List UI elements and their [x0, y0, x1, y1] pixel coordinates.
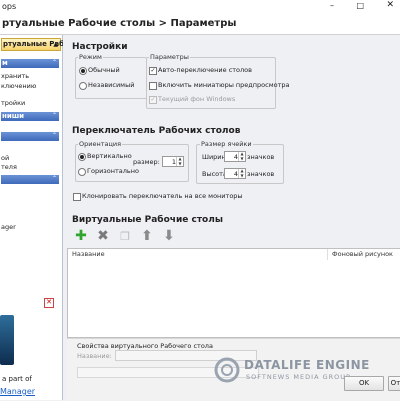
left-nav-pane: ртуальные Рабочие с… ▲ м ⌃ хранить ключе… [0, 35, 97, 400]
spin-arrows-icon[interactable]: ▲ ▼ [176, 156, 183, 166]
title-bar: ops – □ ✕ [0, 0, 400, 15]
auto-switch-label: Авто-переключение столов [158, 66, 252, 74]
copy-desktop-icon[interactable]: ❐ [118, 229, 132, 243]
watermark-title: DATALIFE ENGINE [244, 358, 370, 372]
nav-section-virtual-desktops[interactable]: ртуальные Рабочие с… ▲ [1, 38, 97, 51]
watermark-logo-icon [214, 357, 240, 383]
size-stepper[interactable]: 1 ▲ ▼ [162, 156, 184, 167]
props-title: Свойства виртуального Рабочего стола [77, 342, 213, 350]
height-stepper[interactable]: 4 ▲ ▼ [224, 168, 246, 179]
mode-independent-label: Независимый [88, 81, 135, 89]
nav-item[interactable]: хранить [1, 72, 29, 80]
move-up-icon[interactable]: ⬆ [140, 228, 154, 244]
nav-item[interactable]: ой [1, 154, 9, 162]
clone-switcher-label: Клонировать переключатель на все монитор… [82, 192, 243, 200]
clone-switcher-checkbox[interactable] [73, 193, 81, 201]
nav-group-header-2[interactable]: ниши ⌃ [1, 112, 59, 121]
chevron-up-icon: ⌃ [51, 132, 57, 139]
height-unit: значков [247, 170, 275, 178]
chevron-up-icon: ⌃ [51, 175, 57, 182]
switcher-title: Переключатель Рабочих столов [72, 126, 241, 136]
phone-image [0, 315, 14, 365]
params-label: Параметры [149, 53, 190, 61]
wallpaper-label: Текущий фон Windows [158, 95, 236, 103]
vertical-radio[interactable] [78, 153, 86, 161]
chevron-up-icon: ⌃ [51, 59, 57, 66]
nav-group-header-4[interactable]: ⌃ [1, 175, 59, 184]
size-label: размер: [133, 158, 160, 166]
cell-size-label: Размер ячейки [200, 140, 253, 148]
spin-arrows-icon[interactable]: ▲ ▼ [238, 168, 245, 178]
delete-desktop-icon[interactable]: ✖ [96, 228, 110, 244]
mode-label: Режим [78, 53, 103, 61]
column-name-header[interactable]: Название [68, 249, 328, 260]
breadcrumb: ртуальные Рабочие столы > Параметры [2, 18, 237, 29]
close-ad-icon[interactable]: ✕ [44, 298, 54, 308]
nav-item[interactable]: тройки [1, 99, 25, 107]
move-down-icon[interactable]: ⬇ [162, 228, 176, 244]
auto-switch-checkbox[interactable]: ✓ [149, 67, 157, 75]
thumbnails-label: Включить миниатюры предпросмотра [158, 81, 290, 89]
window-title: ops [2, 2, 17, 11]
minimize-button[interactable]: – [330, 1, 334, 10]
add-desktop-icon[interactable]: ✚ [74, 228, 88, 244]
settings-title: Настройки [72, 42, 128, 52]
desktops-list[interactable]: Название Фоновый рисунок [67, 248, 400, 338]
column-wallpaper-header[interactable]: Фоновый рисунок [328, 249, 400, 260]
nav-group-label: м [2, 59, 8, 67]
maximize-button[interactable]: □ [356, 1, 364, 10]
horizontal-label: Горизонтально [87, 167, 139, 175]
mode-normal-radio[interactable] [79, 67, 87, 75]
page-header: ртуальные Рабочие столы > Параметры [0, 14, 400, 35]
chevron-up-icon: ▲ [53, 41, 58, 48]
nav-item[interactable]: ager [1, 223, 16, 231]
wallpaper-checkbox[interactable]: ✓ [149, 96, 157, 104]
vertical-label: Вертикально [87, 152, 132, 160]
mode-normal-label: Обычный [88, 66, 120, 74]
nav-group-label: ниши [2, 112, 25, 120]
orientation-label: Ориентация [78, 140, 123, 148]
ad-text: a part of [2, 375, 32, 383]
ok-button[interactable]: OK [344, 376, 384, 391]
name-label: Название: [77, 352, 112, 360]
watermark: DATALIFE ENGINE SOFTNEWS MEDIA GROUP [214, 352, 369, 388]
thumbnails-checkbox[interactable] [149, 82, 157, 90]
width-stepper[interactable]: 4 ▲ ▼ [224, 151, 246, 162]
desktops-title: Виртуальные Рабочие столы [72, 215, 223, 225]
ad-link[interactable]: Manager [0, 387, 35, 396]
horizontal-radio[interactable] [78, 168, 86, 176]
nav-group-header-3[interactable]: ⌃ [1, 132, 59, 141]
chevron-up-icon: ⌃ [51, 112, 57, 119]
watermark-subtitle: SOFTNEWS MEDIA GROUP [246, 373, 351, 381]
nav-item[interactable]: ключению [1, 82, 36, 90]
spin-arrows-icon[interactable]: ▲ ▼ [238, 151, 245, 161]
mode-group [75, 57, 147, 99]
cancel-button[interactable]: Отм [388, 376, 400, 391]
mode-independent-radio[interactable] [79, 82, 87, 90]
nav-group-header-1[interactable]: м ⌃ [1, 59, 59, 68]
width-unit: значков [247, 153, 275, 161]
close-button[interactable]: ✕ [386, 0, 394, 10]
nav-item[interactable]: теля [1, 163, 17, 171]
